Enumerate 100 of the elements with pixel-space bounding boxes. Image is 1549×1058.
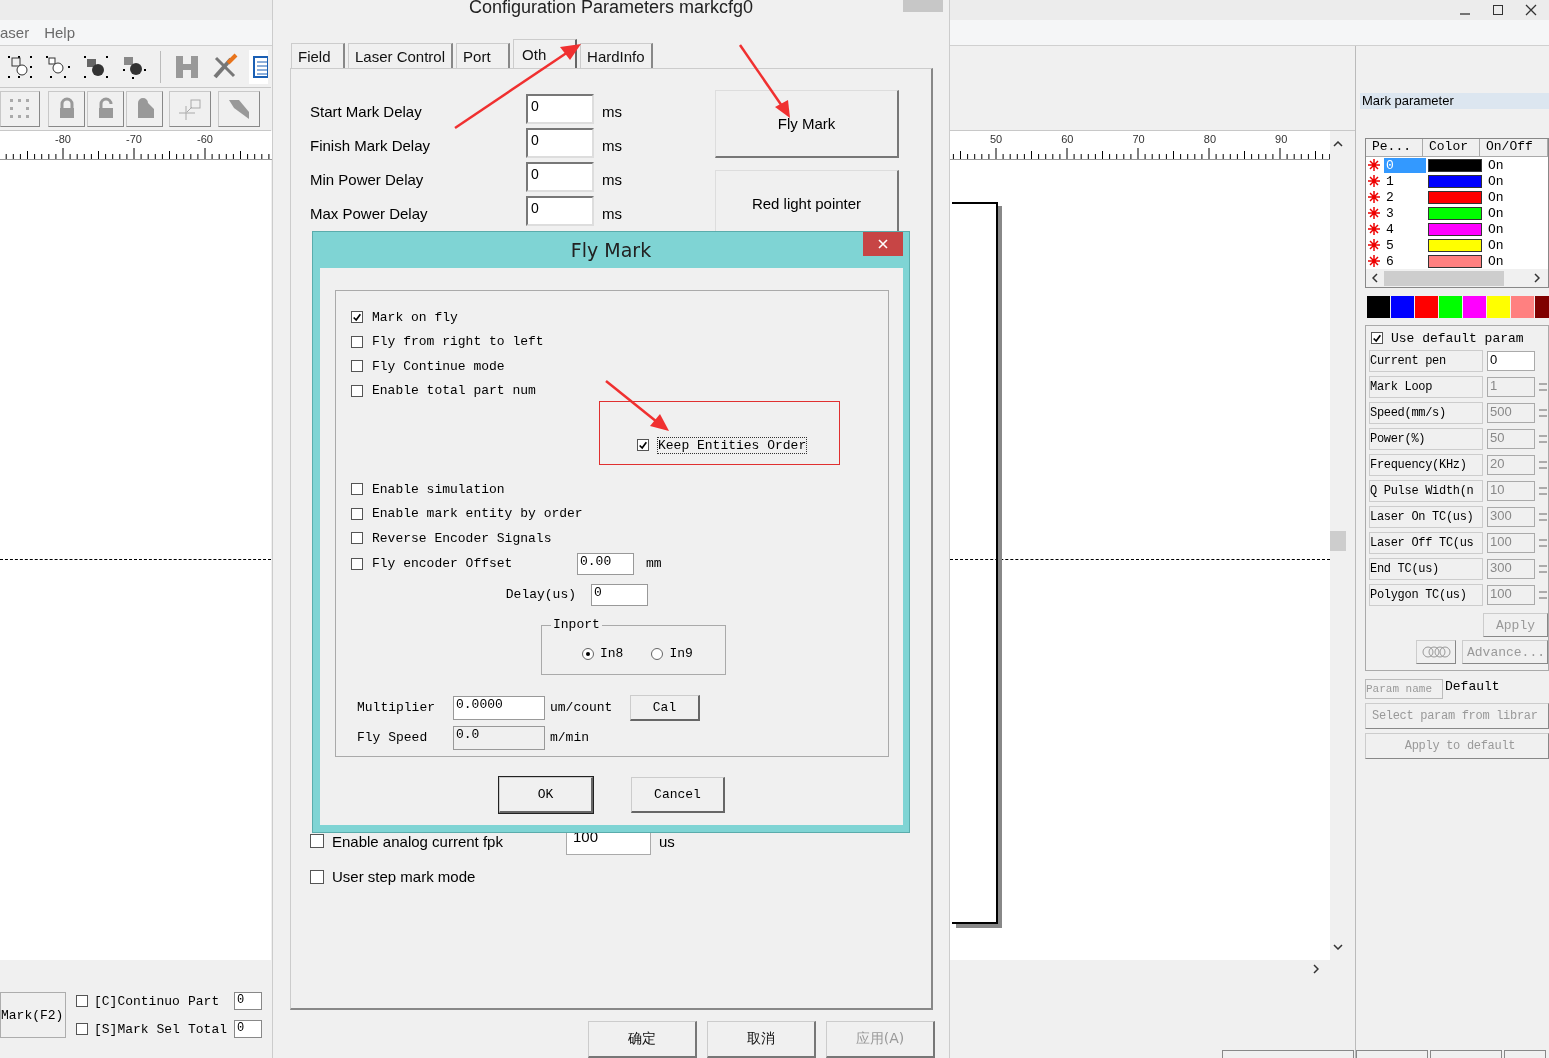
input-field[interactable]: 0.0000 <box>453 695 545 720</box>
scroll-left-icon[interactable] <box>1372 273 1378 283</box>
tab[interactable]: HardInfo <box>580 43 653 68</box>
tab[interactable]: Laser Control <box>348 43 454 68</box>
lock-shape-icon[interactable] <box>126 91 163 127</box>
ruler-label: -70 <box>126 133 142 145</box>
ruler-label: 70 <box>1132 133 1145 145</box>
pen-number[interactable]: 4 <box>1384 221 1426 237</box>
pen-status: On <box>1488 205 1504 221</box>
rings-icon[interactable] <box>1416 640 1456 664</box>
option-label: In8 <box>600 646 624 661</box>
radio-button[interactable] <box>651 647 664 660</box>
close-icon[interactable] <box>1525 4 1537 16</box>
checkbox[interactable] <box>351 532 363 545</box>
field-label: Multiplier <box>356 700 436 715</box>
input-field[interactable]: 0 <box>591 583 648 606</box>
field-label: Finish Mark Delay <box>310 137 432 156</box>
scroll-up-icon[interactable] <box>1333 141 1343 147</box>
color-swatch[interactable] <box>1463 296 1486 318</box>
option-label: Enable analog current fpk <box>332 832 504 850</box>
checkbox[interactable] <box>76 995 88 1007</box>
option-label: User step mark mode <box>332 868 476 885</box>
param-label: Polygon TC(us) <box>1369 583 1483 606</box>
close-button[interactable] <box>863 232 903 256</box>
scroll-thumb[interactable] <box>1330 531 1346 551</box>
checkbox[interactable] <box>351 384 363 397</box>
checkbox[interactable] <box>310 834 324 848</box>
horizontal-scrollbar[interactable] <box>1366 269 1548 287</box>
field-label: Part <box>188 993 221 1009</box>
color-swatch[interactable] <box>1415 296 1438 318</box>
option-label: Enable mark entity by order <box>372 506 583 522</box>
checkbox[interactable] <box>637 439 649 451</box>
menu-item[interactable]: aser <box>0 24 30 41</box>
pen-status: On <box>1488 237 1504 253</box>
list-icon[interactable] <box>249 49 268 84</box>
dialog-button[interactable]: Fly Mark <box>715 90 899 158</box>
input-field[interactable]: 0 <box>526 94 594 124</box>
input-field[interactable]: 0 <box>526 196 594 226</box>
dialog-button[interactable]: OK <box>499 777 593 813</box>
color-swatch[interactable] <box>1391 296 1414 318</box>
unlock-icon[interactable] <box>87 91 124 127</box>
ruler-label: 90 <box>1275 133 1288 145</box>
color-swatch[interactable] <box>1367 296 1390 318</box>
checkbox[interactable] <box>351 311 363 324</box>
dialog-button[interactable]: Cancel <box>631 777 725 813</box>
scroll-down-icon[interactable] <box>1333 944 1343 950</box>
option-label: Enable total part num <box>372 383 536 399</box>
input-field[interactable]: 0 <box>526 128 594 158</box>
pen-number[interactable]: 3 <box>1384 205 1426 221</box>
mark-button[interactable]: Mark(F2) <box>0 992 66 1038</box>
maximize-icon[interactable] <box>1492 4 1504 16</box>
checkbox[interactable] <box>351 507 363 520</box>
color-swatch[interactable] <box>1439 296 1462 318</box>
pen-number[interactable]: 2 <box>1384 189 1426 205</box>
lock-icon[interactable] <box>48 91 85 127</box>
input-field[interactable]: 0 <box>234 1020 262 1038</box>
param-label: Laser On TC(us) <box>1369 505 1483 528</box>
column-header[interactable]: Pe... <box>1366 139 1423 157</box>
color-swatch[interactable] <box>1511 296 1534 318</box>
pen-tip-icon[interactable] <box>218 91 260 127</box>
ruler-label: 60 <box>1061 133 1074 145</box>
cal-button[interactable]: Cal <box>630 694 700 721</box>
dialog-button[interactable]: 确定 <box>588 1021 697 1058</box>
input-field[interactable]: 0 <box>234 992 262 1010</box>
input-field[interactable]: 0 <box>526 162 594 192</box>
input-field[interactable]: 0.00 <box>577 552 634 575</box>
column-header[interactable]: Color <box>1423 139 1480 157</box>
tools-icon[interactable] <box>211 52 239 81</box>
pen-number[interactable]: 1 <box>1384 173 1426 189</box>
checkbox[interactable] <box>351 557 363 570</box>
panel-title: Mark parameter <box>1360 93 1549 109</box>
grid-icon[interactable] <box>0 91 40 127</box>
ruler-label: 50 <box>989 133 1003 145</box>
field-label: Delay(us) <box>504 587 577 602</box>
color-swatch[interactable] <box>1487 296 1510 318</box>
menu-item[interactable]: Help <box>44 24 76 41</box>
scroll-thumb[interactable] <box>1384 270 1504 286</box>
tab[interactable]: Field <box>291 43 345 68</box>
tab[interactable]: Port <box>456 43 511 68</box>
checkbox[interactable] <box>76 1023 88 1035</box>
checkbox[interactable] <box>351 335 363 348</box>
pen-number[interactable]: 5 <box>1384 237 1426 253</box>
checkbox[interactable] <box>351 483 363 496</box>
field-label: Max Power Delay <box>310 205 429 224</box>
checkbox[interactable] <box>310 869 324 884</box>
column-header[interactable]: On/Off <box>1480 139 1548 157</box>
checkbox[interactable] <box>1371 332 1383 344</box>
input-field[interactable]: 0 <box>1487 350 1535 371</box>
option-label: Reverse Encoder Signals <box>372 530 552 546</box>
asterisk-icon <box>1368 239 1380 251</box>
option-label: [C]Continuo <box>94 993 181 1009</box>
param-label: Q Pulse Width(n <box>1369 479 1483 502</box>
dialog-button[interactable]: 取消 <box>707 1021 816 1058</box>
scroll-right-icon[interactable] <box>1313 963 1319 974</box>
pen-number[interactable]: 6 <box>1384 253 1426 269</box>
scroll-right-icon[interactable] <box>1534 273 1540 283</box>
unit-label: us <box>659 832 675 850</box>
ruler-label: 80 <box>1203 133 1217 145</box>
radio-button[interactable] <box>582 647 594 660</box>
checkbox[interactable] <box>351 360 363 373</box>
